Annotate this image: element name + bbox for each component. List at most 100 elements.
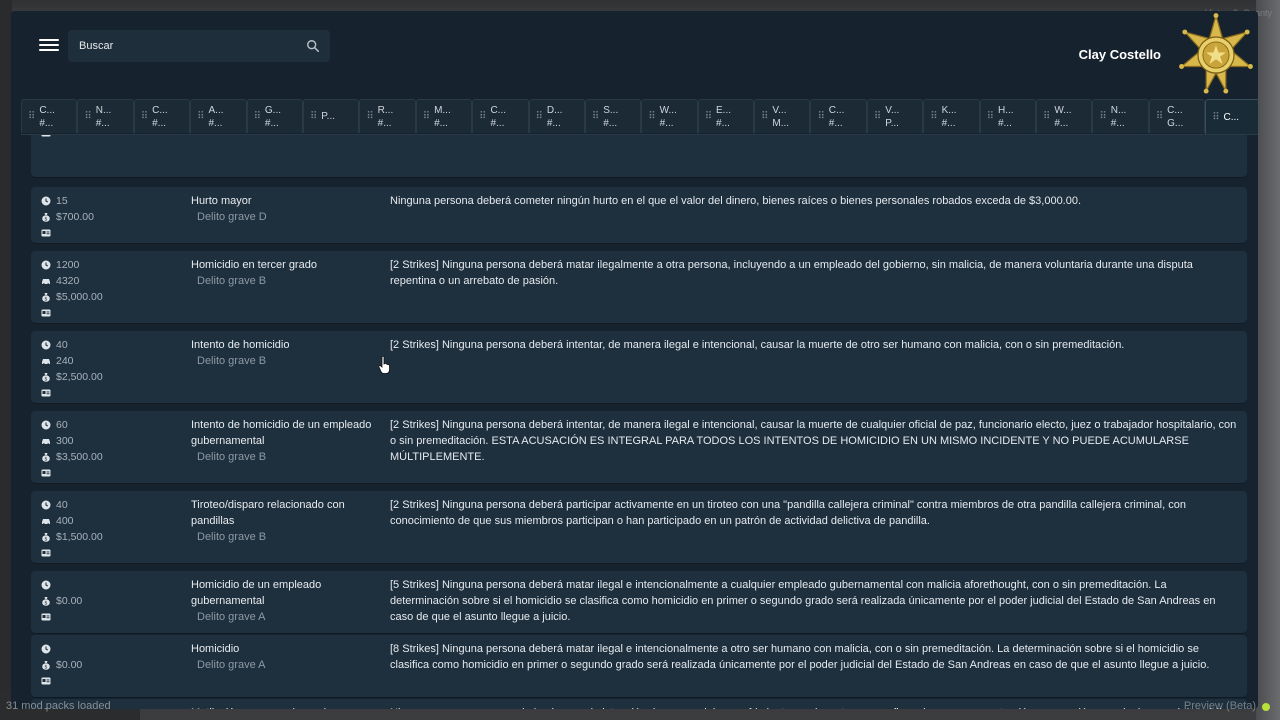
- tab-0[interactable]: ⠿ C... #...: [21, 99, 78, 133]
- drag-handle-icon[interactable]: ⠿: [874, 111, 881, 122]
- charge-class: Delito grave B: [197, 275, 267, 287]
- charge-row[interactable]: $ $0.00 Homicidio de un empleado gubername…: [31, 571, 1247, 633]
- charge-title-block: Homicidio en tercer grado Delito grave B: [191, 257, 391, 289]
- id-card-icon: [41, 135, 56, 138]
- charge-name: Homicidio de un empleado gubernamental: [191, 579, 322, 607]
- tab-label-line-2: #...: [208, 117, 223, 129]
- drag-handle-icon[interactable]: ⠿: [648, 111, 655, 122]
- tab-13[interactable]: ⠿ V... M...: [754, 99, 811, 133]
- charge-time: 40: [56, 339, 68, 351]
- tab-label: P...: [321, 110, 335, 123]
- tab-12[interactable]: ⠿ E... #...: [697, 99, 755, 133]
- charge-row[interactable]: $ $0.00 Homicidio Delito grave A [8 Strikes]…: [31, 635, 1247, 697]
- tab-11[interactable]: ⠿ W... #...: [641, 99, 698, 133]
- meta-line: [41, 305, 191, 321]
- tab-10[interactable]: ⠿ S... #...: [584, 99, 642, 133]
- drag-handle-icon[interactable]: ⠿: [84, 111, 91, 122]
- drag-handle-icon[interactable]: ⠿: [310, 111, 317, 122]
- tab-21[interactable]: ⠿ C...: [1205, 99, 1258, 135]
- tab-14[interactable]: ⠿ C... #...: [810, 99, 867, 133]
- drag-handle-icon[interactable]: ⠿: [254, 111, 261, 122]
- drag-handle-icon[interactable]: ⠿: [930, 111, 937, 122]
- clock-icon: [41, 500, 56, 510]
- tab-label-line-1: H...: [997, 104, 1014, 116]
- drag-handle-icon[interactable]: ⠿: [761, 111, 768, 122]
- tab-6[interactable]: ⠿ R... #...: [359, 99, 416, 133]
- tab-label-line-1: W...: [659, 104, 677, 116]
- meta-line: 240: [41, 353, 191, 369]
- car-icon: [41, 436, 56, 446]
- drag-handle-icon[interactable]: ⠿: [536, 111, 543, 122]
- meta-line: 60: [41, 417, 191, 433]
- id-card-icon: [41, 388, 56, 398]
- charge-row[interactable]: 1200 4320 $ $5,000.00 Homicidio en tercer gr…: [31, 251, 1247, 323]
- charge-fine: $700.00: [56, 211, 94, 223]
- drag-handle-icon[interactable]: ⠿: [592, 111, 599, 122]
- tab-label-line-2: #...: [95, 117, 110, 129]
- tab-9[interactable]: ⠿ D... #...: [528, 99, 585, 133]
- tab-2[interactable]: ⠿ C... #...: [133, 99, 191, 133]
- charge-meta: 15 $ $700.00: [41, 193, 191, 241]
- tab-label-line-1: D...: [546, 104, 563, 116]
- drag-handle-icon[interactable]: ⠿: [28, 111, 35, 122]
- tab-19[interactable]: ⠿ N... #...: [1092, 99, 1149, 133]
- search-box: [68, 30, 330, 62]
- charge-fine: $2,500.00: [56, 371, 103, 383]
- charge-row[interactable]: 1200Mutilación en segundo gradoNinguna p…: [31, 699, 1247, 709]
- drag-handle-icon[interactable]: ⠿: [1043, 111, 1050, 122]
- hamburger-menu-icon[interactable]: [39, 36, 59, 56]
- tab-label-line-2: G...: [1167, 117, 1184, 129]
- clock-icon: [41, 340, 56, 350]
- charge-row[interactable]: 60 300 $ $3,500.00 Intento de homicidio de u…: [31, 411, 1247, 483]
- tab-label: E... #...: [716, 104, 731, 130]
- drag-handle-icon[interactable]: ⠿: [197, 111, 204, 122]
- drag-handle-icon[interactable]: ⠿: [705, 111, 712, 122]
- tab-4[interactable]: ⠿ G... #...: [246, 99, 303, 133]
- charge-row[interactable]: 40 240 $ $2,500.00 Intento de homicidio Delit…: [31, 331, 1247, 403]
- tab-label: C... G...: [1167, 104, 1183, 130]
- search-icon[interactable]: [306, 39, 320, 53]
- version-text: Preview (Beta): [1183, 700, 1256, 712]
- tab-label-line-2: #...: [264, 117, 279, 129]
- id-card-icon: [41, 676, 56, 686]
- tab-label: C... #...: [152, 104, 168, 130]
- money-bag-icon: $: [41, 212, 56, 222]
- drag-handle-icon[interactable]: ⠿: [423, 111, 430, 122]
- charge-row[interactable]: 40 400 $ $1,500.00 Tiroteo/disparo relaciona…: [31, 491, 1247, 563]
- tab-1[interactable]: ⠿ N... #...: [77, 99, 134, 133]
- tab-18[interactable]: ⠿ W... #...: [1036, 99, 1093, 133]
- tab-17[interactable]: ⠿ H... #...: [979, 99, 1037, 133]
- tab-label-line-1: N...: [1110, 104, 1127, 116]
- search-input[interactable]: [68, 30, 298, 62]
- tab-7[interactable]: ⠿ M... #...: [415, 99, 473, 133]
- drag-handle-icon[interactable]: ⠿: [1156, 111, 1163, 122]
- meta-line: [41, 673, 191, 689]
- tab-label-line-2: #...: [941, 117, 956, 129]
- sheriff-star-badge-icon: [1179, 13, 1253, 94]
- drag-handle-icon[interactable]: ⠿: [817, 111, 824, 122]
- tab-3[interactable]: ⠿ A... #...: [190, 99, 247, 133]
- charge-title-block: Hurto mayor Delito grave D: [191, 193, 391, 225]
- drag-handle-icon[interactable]: ⠿: [479, 111, 486, 122]
- tab-label-line-2: #...: [1110, 117, 1125, 129]
- tab-16[interactable]: ⠿ K... #...: [923, 99, 980, 133]
- meta-line: [41, 641, 191, 657]
- tab-5[interactable]: ⠿ P...: [302, 99, 360, 133]
- charge-row[interactable]: $$1,200.00Delito grave D: [31, 135, 1247, 177]
- meta-line: [41, 545, 191, 561]
- drag-handle-icon[interactable]: ⠿: [987, 111, 994, 122]
- tab-20[interactable]: ⠿ C... G...: [1148, 99, 1206, 133]
- charge-fine: $1,500.00: [56, 531, 103, 543]
- drag-handle-icon[interactable]: ⠿: [1212, 112, 1219, 123]
- drag-handle-icon[interactable]: ⠿: [141, 111, 148, 122]
- tab-label-line-2: #...: [659, 117, 674, 129]
- tab-15[interactable]: ⠿ V... P...: [866, 99, 924, 133]
- charge-name: Mutilación en segundo grado: [191, 705, 391, 709]
- charge-name: Tiroteo/disparo relacionado con pandilla…: [191, 499, 345, 527]
- drag-handle-icon[interactable]: ⠿: [1099, 111, 1106, 122]
- tab-8[interactable]: ⠿ C... #...: [472, 99, 529, 133]
- car-icon: [41, 516, 56, 526]
- charge-meta: $ $0.00: [41, 577, 191, 625]
- drag-handle-icon[interactable]: ⠿: [366, 111, 373, 122]
- charge-row[interactable]: 15 $ $700.00 Hurto mayor Delito grave D Ningu…: [31, 187, 1247, 243]
